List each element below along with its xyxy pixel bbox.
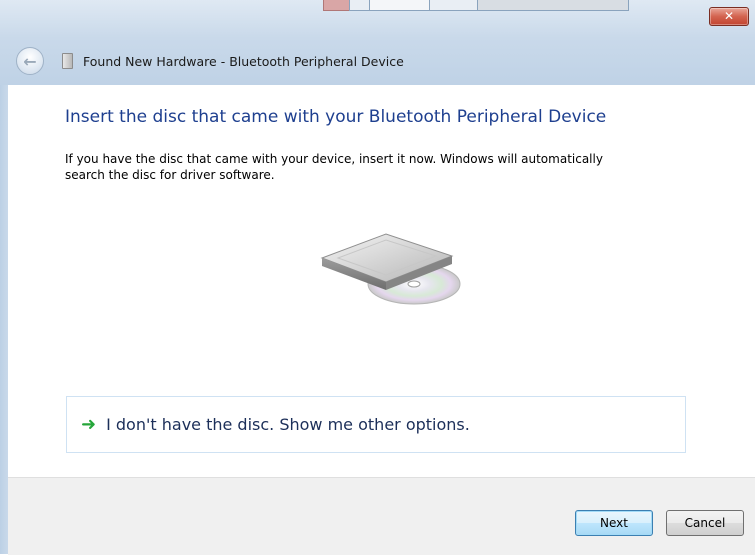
- instruction-line-1: If you have the disc that came with your…: [65, 152, 603, 166]
- wizard-content: Insert the disc that came with your Blue…: [8, 85, 755, 477]
- cancel-button[interactable]: Cancel: [666, 510, 744, 536]
- no-disc-option-label: I don't have the disc. Show me other opt…: [106, 415, 470, 434]
- background-window-tab[interactable]: [477, 0, 629, 11]
- instruction-text: If you have the disc that came with your…: [65, 151, 685, 183]
- wizard-footer: Next Cancel: [8, 477, 755, 555]
- background-window-tab[interactable]: [323, 0, 351, 11]
- background-window-tab[interactable]: [429, 0, 479, 11]
- next-button[interactable]: Next: [575, 510, 653, 536]
- page-heading: Insert the disc that came with your Blue…: [65, 107, 607, 127]
- no-disc-option[interactable]: ➜ I don't have the disc. Show me other o…: [66, 396, 686, 453]
- instruction-line-2: search the disc for driver software.: [65, 168, 275, 182]
- wizard-titlebar: ← Found New Hardware - Bluetooth Periphe…: [8, 42, 755, 80]
- window-frame-left: [0, 85, 8, 554]
- disc-drive-icon: [320, 233, 461, 305]
- device-icon: [62, 53, 73, 69]
- back-arrow-icon: ←: [23, 51, 37, 71]
- window-title: Found New Hardware - Bluetooth Periphera…: [83, 53, 404, 69]
- close-button[interactable]: ✕: [709, 7, 749, 26]
- background-window-tab[interactable]: [369, 0, 431, 11]
- background-window-tab[interactable]: [349, 0, 371, 11]
- green-arrow-icon: ➜: [81, 414, 97, 435]
- back-button[interactable]: ←: [16, 47, 44, 75]
